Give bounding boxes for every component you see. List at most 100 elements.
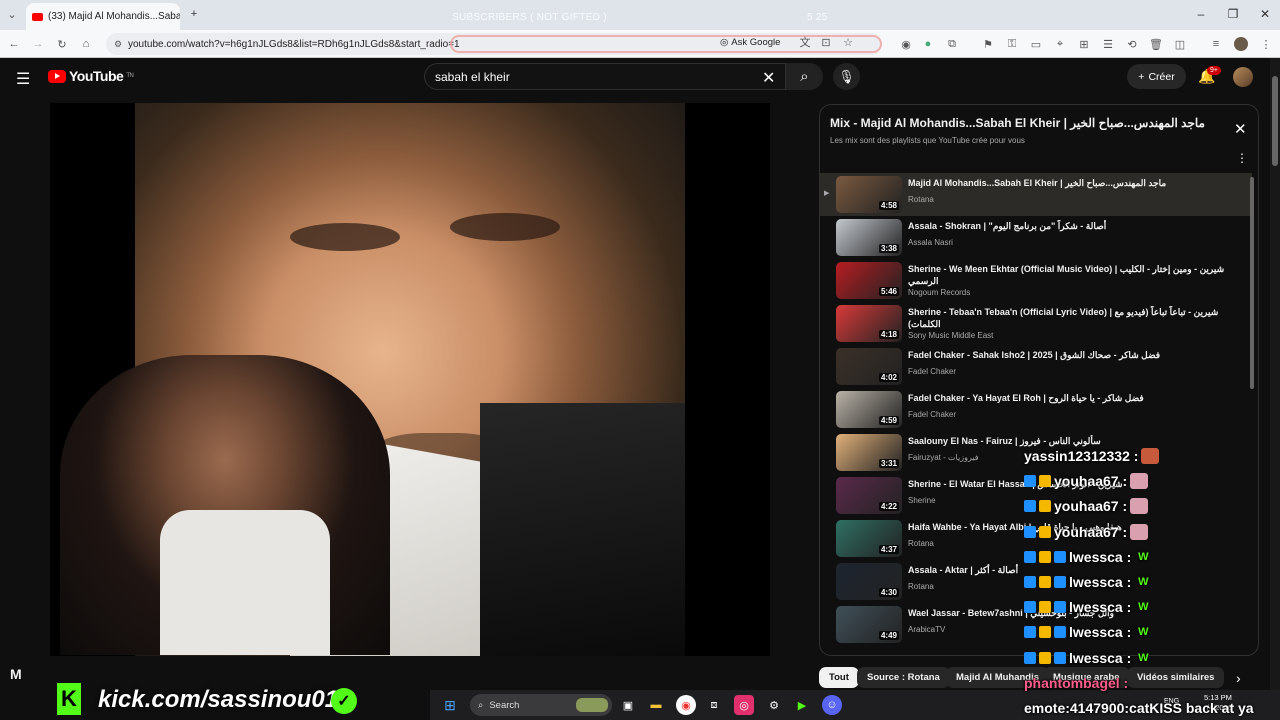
video-thumbnail[interactable]: 4:18 [836, 305, 902, 342]
video-thumbnail[interactable]: 3:38 [836, 219, 902, 256]
video-thumbnail[interactable]: 4:30 [836, 563, 902, 600]
chat-emote-icon [1130, 498, 1149, 515]
channel-name[interactable]: Sherine [908, 496, 936, 505]
windows-start-icon[interactable]: ⊞ [440, 695, 460, 715]
more-menu-icon[interactable]: ⋮ [1258, 36, 1274, 52]
card-icon[interactable]: ▭ [1028, 36, 1044, 52]
delete-icon[interactable]: 🗑 [1148, 36, 1164, 52]
app-icon[interactable]: ⚙ [764, 695, 784, 715]
chat-username: youhaa67 : [1054, 498, 1128, 515]
history-icon[interactable]: ⟲ [1124, 36, 1140, 52]
playlist-title[interactable]: Mix - Majid Al Mohandis...Sabah El Kheir… [830, 116, 1225, 130]
chrome-icon[interactable]: ◉ [676, 695, 696, 715]
close-playlist-icon[interactable]: ✕ [1234, 120, 1247, 138]
video-title[interactable]: Assala - Shokran | "أصالة - شكراً "من بر… [908, 220, 1228, 232]
playlist-item[interactable]: 4:18 Sherine - Tebaa'n Tebaa'n (Official … [820, 302, 1252, 345]
menu-icon[interactable]: ☰ [16, 69, 30, 89]
store-icon[interactable]: ⧈ [704, 695, 724, 715]
playlist-item[interactable]: ▶ 4:58 Majid Al Mohandis...Sabah El Kheir … [820, 173, 1252, 216]
reload-icon[interactable]: ↻ [54, 36, 70, 52]
video-thumbnail[interactable]: 5:46 [836, 262, 902, 299]
video-title[interactable]: Sherine - We Meen Ekhtar (Official Music… [908, 263, 1228, 287]
tab-search-icon[interactable]: ≡ [1208, 36, 1224, 52]
youtube-logo-text: YouTube [69, 68, 124, 84]
video-title[interactable]: Fadel Chaker - Sahak Isho2 | 2025 | فضل … [908, 349, 1228, 361]
instagram-icon[interactable]: ◎ [734, 695, 754, 715]
channel-name[interactable]: Fairuzyat - فيروزيات [908, 453, 979, 462]
channel-name[interactable]: ArabicaTV [908, 625, 945, 634]
chat-username: youhaa67 : [1054, 523, 1128, 540]
video-jacket-shape [480, 403, 685, 656]
profile-avatar[interactable] [1234, 37, 1248, 51]
filter-chip[interactable]: Source : Rotana [857, 667, 950, 688]
clear-search-icon[interactable]: ✕ [762, 68, 775, 88]
youtube-logo[interactable]: YouTube TN [48, 68, 134, 84]
playlist-scrollbar[interactable] [1250, 177, 1254, 389]
forward-icon[interactable]: → [30, 36, 46, 52]
playlist-item[interactable]: 5:46 Sherine - We Meen Ekhtar (Official M… [820, 259, 1252, 302]
extension-icon[interactable]: ◉ [898, 36, 914, 52]
ask-google-button[interactable]: ◎ Ask Google [720, 34, 792, 50]
video-thumbnail[interactable]: 4:59 [836, 391, 902, 428]
playlist-item[interactable]: 4:59 Fadel Chaker - Ya Hayat El Roh | فضل… [820, 388, 1252, 431]
extension-icon[interactable]: ● [920, 36, 936, 52]
browser-tab[interactable]: (33) Majid Al Mohandis...Sabah ✕ [26, 3, 180, 30]
bookmark-star-icon[interactable]: ☆ [840, 34, 856, 50]
reading-list-icon[interactable]: ☰ [1100, 36, 1116, 52]
new-tab-icon[interactable]: + [186, 6, 202, 22]
playlist-item[interactable]: 4:02 Fadel Chaker - Sahak Isho2 | 2025 | … [820, 345, 1252, 388]
chat-message: lwessca : W [1024, 574, 1152, 590]
extensions-puzzle-icon[interactable]: ⧉ [944, 36, 960, 52]
search-input[interactable]: sabah el kheir [424, 63, 786, 90]
channel-name[interactable]: Nogoum Records [908, 288, 970, 297]
back-icon[interactable]: ← [6, 36, 22, 52]
tab-list-icon[interactable]: ⌄ [4, 6, 20, 22]
video-title[interactable]: Sherine - Tebaa'n Tebaa'n (Official Lyri… [908, 306, 1228, 330]
video-title[interactable]: Fadel Chaker - Ya Hayat El Roh | فضل شاك… [908, 392, 1228, 404]
video-thumbnail[interactable]: 4:58 [836, 176, 902, 213]
page-scrollbar[interactable] [1270, 58, 1280, 690]
location-icon[interactable]: ⌖ [1052, 36, 1068, 52]
channel-name[interactable]: Sony Music Middle East [908, 331, 993, 340]
search-value: sabah el kheir [435, 70, 510, 84]
channel-name[interactable]: Fadel Chaker [908, 367, 956, 376]
video-thumbnail[interactable]: 4:49 [836, 606, 902, 643]
task-view-icon[interactable]: ▣ [618, 695, 638, 715]
channel-name[interactable]: Rotana [908, 195, 934, 204]
video-title[interactable]: Majid Al Mohandis...Sabah El Kheir | ماج… [908, 177, 1228, 189]
extension-icon[interactable]: ⚑ [980, 36, 996, 52]
home-icon[interactable]: ⌂ [78, 36, 94, 52]
video-thumbnail[interactable]: 4:22 [836, 477, 902, 514]
playlist-item[interactable]: 3:38 Assala - Shokran | "أصالة - شكراً "م… [820, 216, 1252, 259]
discord-icon[interactable]: ☺ [822, 695, 842, 715]
google-lens-icon: ◎ [720, 36, 729, 48]
voice-search-button[interactable]: 🎙 [833, 63, 860, 90]
maximize-icon[interactable]: ❐ [1218, 0, 1248, 28]
search-button[interactable]: ⌕ [786, 63, 823, 90]
install-app-icon[interactable]: ⊡ [818, 34, 834, 50]
account-avatar[interactable] [1233, 67, 1253, 87]
sidebar-icon[interactable]: ◫ [1172, 36, 1188, 52]
channel-name[interactable]: Rotana [908, 582, 934, 591]
minimize-icon[interactable]: – [1186, 0, 1216, 28]
channel-name[interactable]: Rotana [908, 539, 934, 548]
translate-icon[interactable]: 文 [797, 34, 813, 50]
close-window-icon[interactable]: ✕ [1250, 0, 1280, 28]
chat-emote-icon: W [1138, 651, 1149, 664]
create-button[interactable]: + Créer [1127, 64, 1186, 89]
file-explorer-icon[interactable]: ▬ [646, 695, 666, 715]
channel-name[interactable]: Assala Nasri [908, 238, 953, 247]
channel-name[interactable]: Fadel Chaker [908, 410, 956, 419]
url-text: youtube.com/watch?v=h6g1nJLGds8&list=RDh… [128, 38, 460, 50]
key-icon[interactable]: ⚿ [1004, 36, 1020, 52]
bag-icon[interactable]: ⊞ [1076, 36, 1092, 52]
video-thumbnail[interactable]: 3:31 [836, 434, 902, 471]
taskbar-search[interactable]: ⌕ Search [470, 694, 612, 716]
chat-badge-icon [1024, 550, 1036, 563]
kick-app-icon[interactable]: ▶ [792, 695, 812, 715]
filter-chip[interactable]: Tout [819, 667, 859, 688]
video-thumbnail[interactable]: 4:02 [836, 348, 902, 385]
video-thumbnail[interactable]: 4:37 [836, 520, 902, 557]
site-info-icon[interactable]: ⚙ [110, 36, 126, 52]
playlist-more-icon[interactable]: ⋮ [1236, 151, 1248, 165]
